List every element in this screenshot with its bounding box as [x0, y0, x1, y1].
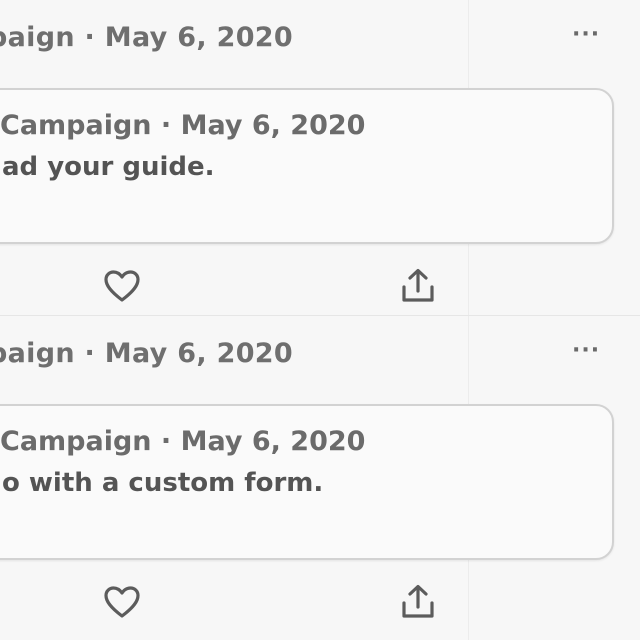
more-options-button[interactable]: ···	[572, 22, 600, 47]
post: paign · May 6, 2020 ··· Campaign · May 6…	[0, 0, 640, 316]
quoted-post-text: ad your guide.	[2, 152, 215, 182]
post-meta: paign · May 6, 2020	[0, 22, 293, 53]
share-button[interactable]	[396, 582, 440, 622]
quoted-post-text: o with a custom form.	[2, 468, 324, 498]
post-feed: paign · May 6, 2020 ··· Campaign · May 6…	[0, 0, 640, 640]
heart-icon	[104, 586, 140, 618]
share-button[interactable]	[396, 266, 440, 306]
like-button[interactable]	[100, 266, 144, 306]
more-options-button[interactable]: ···	[572, 338, 600, 363]
like-button[interactable]	[100, 582, 144, 622]
heart-icon	[104, 270, 140, 302]
quoted-post-meta: Campaign · May 6, 2020	[0, 110, 366, 141]
quoted-post[interactable]: Campaign · May 6, 2020 ad your guide.	[0, 88, 614, 244]
post: paign · May 6, 2020 ··· Campaign · May 6…	[0, 316, 640, 632]
quoted-post[interactable]: Campaign · May 6, 2020 o with a custom f…	[0, 404, 614, 560]
quoted-post-meta: Campaign · May 6, 2020	[0, 426, 366, 457]
share-icon	[402, 268, 434, 302]
share-icon	[402, 584, 434, 618]
post-meta: paign · May 6, 2020	[0, 338, 293, 369]
